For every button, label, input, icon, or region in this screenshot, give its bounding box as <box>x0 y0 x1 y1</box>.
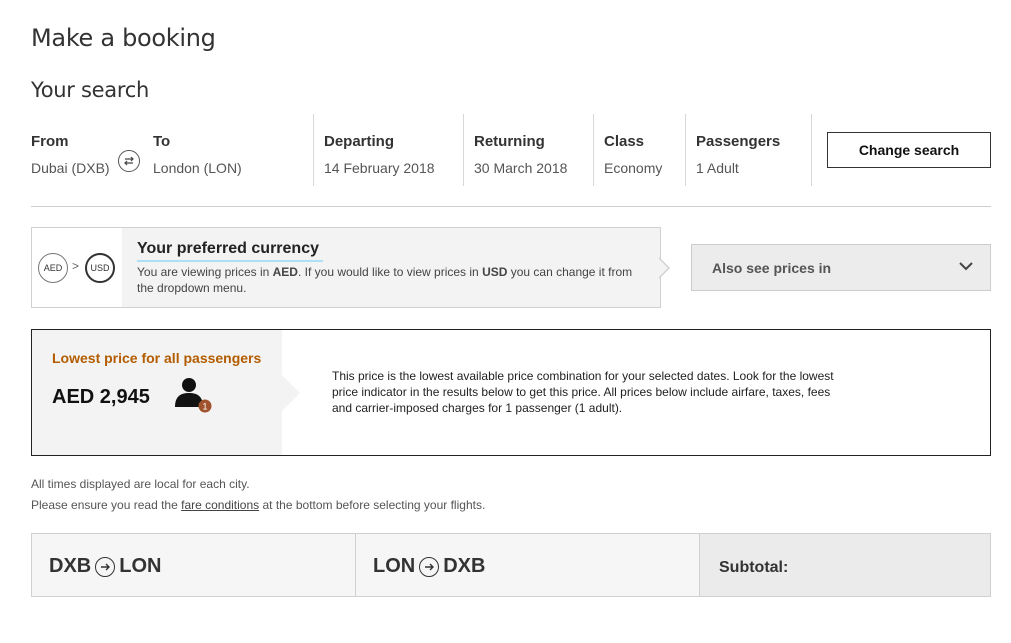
to-label: To <box>153 133 171 150</box>
section-divider <box>31 206 991 207</box>
usd-currency-icon: USD <box>85 253 115 283</box>
returning-value: 30 March 2018 <box>474 160 568 176</box>
aed-currency-icon: AED <box>38 253 68 283</box>
return-origin: LON <box>373 555 416 577</box>
arrow-right-icon <box>95 556 116 577</box>
currency-title: Your preferred currency <box>137 240 319 257</box>
to-value: London (LON) <box>153 160 242 176</box>
divider <box>355 534 356 596</box>
currency-dropdown-label: Also see prices in <box>712 259 832 276</box>
outbound-route[interactable]: DXB LON <box>49 555 161 578</box>
lowest-price-title: Lowest price for all passengers <box>52 350 262 366</box>
passenger-count-badge: 1 <box>202 402 207 412</box>
arrow-right-icon <box>419 556 440 577</box>
divider <box>685 114 686 186</box>
class-label: Class <box>604 133 645 150</box>
lowest-price-description: This price is the lowest available price… <box>332 369 834 415</box>
page-title: Make a booking <box>31 24 216 52</box>
departing-label: Departing <box>324 133 395 150</box>
divider <box>463 114 464 186</box>
fare-conditions-note: Please ensure you read the fare conditio… <box>31 498 486 512</box>
currency-arrow: > <box>72 259 80 273</box>
swap-icon[interactable] <box>118 150 140 172</box>
currency-dropdown[interactable]: Also see prices in <box>691 244 991 291</box>
passengers-label: Passengers <box>696 133 781 150</box>
lowest-price-pointer <box>282 375 300 411</box>
passenger-icon: 1 <box>175 378 212 413</box>
change-search-button[interactable]: Change search <box>827 132 991 168</box>
passengers-value: 1 Adult <box>696 160 739 176</box>
lowest-price-amount: AED 2,945 <box>52 386 150 408</box>
divider <box>699 534 700 596</box>
return-route[interactable]: LON DXB <box>373 555 485 578</box>
outbound-destination: LON <box>119 555 162 577</box>
divider <box>811 114 812 186</box>
fare-conditions-link[interactable]: fare conditions <box>181 498 259 512</box>
return-destination: DXB <box>443 555 486 577</box>
class-value: Economy <box>604 160 663 176</box>
subtotal-label: Subtotal: <box>719 559 789 576</box>
from-value: Dubai (DXB) <box>31 160 110 176</box>
outbound-origin: DXB <box>49 555 92 577</box>
search-heading: Your search <box>31 78 149 102</box>
returning-label: Returning <box>474 133 545 150</box>
currency-title-underline <box>137 260 323 262</box>
divider <box>593 114 594 186</box>
chevron-down-icon[interactable] <box>958 258 974 274</box>
from-label: From <box>31 133 69 150</box>
divider <box>313 114 314 186</box>
currency-description: You are viewing prices in AED. If you wo… <box>137 265 633 295</box>
currency-panel-pointer-fill <box>658 258 668 278</box>
times-note: All times displayed are local for each c… <box>31 477 250 491</box>
departing-value: 14 February 2018 <box>324 160 435 176</box>
